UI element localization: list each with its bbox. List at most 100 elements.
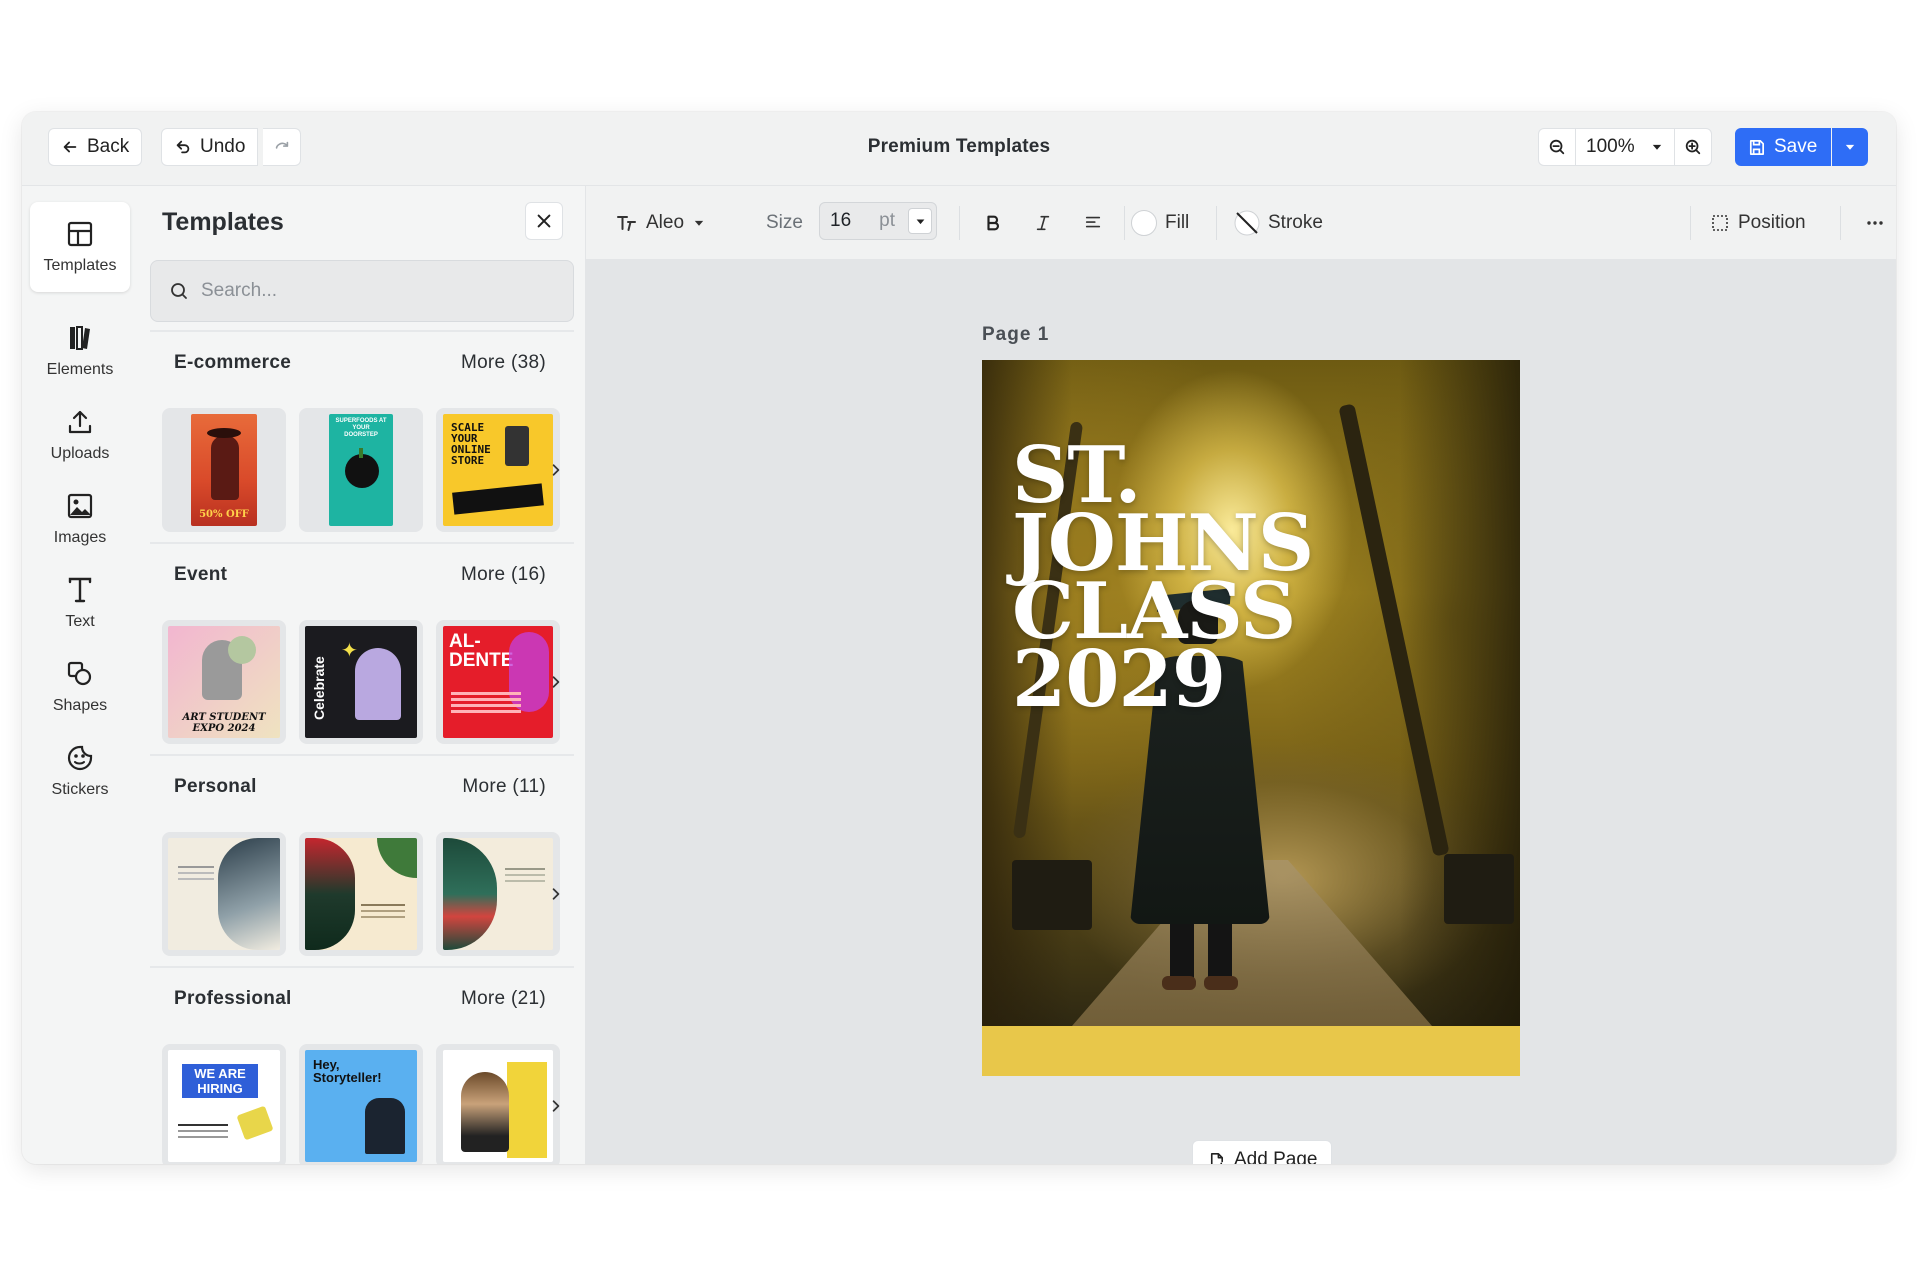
font-select[interactable]: Aleo bbox=[616, 204, 706, 242]
save-label: Save bbox=[1774, 136, 1818, 157]
canvas-area: Page 1 ST. JOHNS CLASS 2029 Add Page bbox=[586, 260, 1896, 1164]
section-header: Professional More (21) bbox=[150, 966, 574, 1026]
left-rail: Templates Elements Uploads Images Text S… bbox=[22, 186, 136, 1164]
template-thumbnail[interactable]: AL- DENTE bbox=[436, 620, 560, 744]
position-button[interactable]: Position bbox=[1710, 204, 1806, 242]
zoom-value: 100% bbox=[1586, 136, 1635, 157]
template-thumbnails bbox=[162, 832, 574, 956]
template-thumbnail[interactable]: SCALE YOUR ONLINE STORE bbox=[436, 408, 560, 532]
divider bbox=[1840, 206, 1841, 240]
search-input[interactable] bbox=[199, 279, 539, 303]
thumbnail-text: WE ARE HIRING bbox=[182, 1064, 258, 1098]
save-button[interactable]: Save bbox=[1735, 128, 1831, 166]
template-thumbnail[interactable]: WE ARE HIRING bbox=[162, 1044, 286, 1164]
design-page[interactable]: ST. JOHNS CLASS 2029 bbox=[982, 360, 1520, 1076]
top-bar: Back Undo Premium Templates 100% Save bbox=[22, 112, 1896, 186]
section-name: E-commerce bbox=[174, 352, 292, 373]
add-page-button[interactable]: Add Page bbox=[1192, 1140, 1333, 1164]
more-link[interactable]: More (16) bbox=[461, 564, 546, 586]
template-thumbnail[interactable] bbox=[162, 832, 286, 956]
rail-item-stickers[interactable]: Stickers bbox=[30, 726, 130, 816]
upload-icon bbox=[68, 410, 92, 434]
bold-icon bbox=[987, 215, 999, 231]
rail-item-uploads[interactable]: Uploads bbox=[30, 390, 130, 480]
section-name: Personal bbox=[174, 776, 257, 797]
rail-item-shapes[interactable]: Shapes bbox=[30, 642, 130, 732]
rail-item-templates[interactable]: Templates bbox=[30, 202, 130, 292]
template-thumbnails: ART STUDENT EXPO 2024 Celebrate ✦ AL- DE… bbox=[162, 620, 574, 744]
scroll-right-button[interactable] bbox=[544, 668, 568, 696]
section-ecommerce: E-commerce More (38) 50% OFF SUPERFOODS … bbox=[150, 330, 574, 542]
stroke-none-icon bbox=[1234, 210, 1260, 236]
thumbnail-text: SCALE YOUR ONLINE STORE bbox=[451, 421, 491, 467]
font-name: Aleo bbox=[646, 212, 685, 233]
italic-button[interactable] bbox=[1028, 204, 1058, 242]
search-box bbox=[150, 260, 574, 322]
zoom-out-button[interactable] bbox=[1538, 128, 1576, 166]
size-label: Size bbox=[766, 212, 803, 233]
rail-label: Templates bbox=[43, 257, 117, 274]
graduate-photo[interactable]: ST. JOHNS CLASS 2029 bbox=[982, 360, 1520, 1026]
panel-title: Templates bbox=[162, 208, 284, 236]
template-thumbnails: 50% OFF SUPERFOODS AT YOUR DOORSTEP SCAL… bbox=[162, 408, 574, 532]
page-label: Page 1 bbox=[982, 324, 1050, 345]
add-page-label: Add Page bbox=[1234, 1149, 1318, 1164]
more-link[interactable]: More (38) bbox=[461, 352, 546, 374]
section-header: Personal More (11) bbox=[150, 754, 574, 814]
more-link[interactable]: More (21) bbox=[461, 988, 546, 1010]
zoom-in-button[interactable] bbox=[1674, 128, 1712, 166]
caret-down-icon bbox=[1652, 144, 1662, 150]
fill-button[interactable]: Fill bbox=[1131, 204, 1189, 242]
templates-panel: Templates E-commerce More (38) 50% OFF bbox=[136, 186, 586, 1164]
stroke-button[interactable]: Stroke bbox=[1234, 204, 1323, 242]
fill-swatch-icon bbox=[1131, 210, 1157, 236]
more-horizontal-icon bbox=[1867, 221, 1883, 225]
template-thumbnail[interactable] bbox=[299, 832, 423, 956]
scroll-right-button[interactable] bbox=[544, 1092, 568, 1120]
chevron-right-icon bbox=[552, 888, 560, 900]
add-page-icon bbox=[1210, 1152, 1224, 1164]
stroke-label: Stroke bbox=[1268, 212, 1323, 233]
rail-label: Elements bbox=[46, 361, 114, 378]
template-thumbnail[interactable]: SUPERFOODS AT YOUR DOORSTEP bbox=[299, 408, 423, 532]
template-thumbnail[interactable] bbox=[436, 1044, 560, 1164]
align-button[interactable] bbox=[1078, 204, 1108, 242]
rail-label: Uploads bbox=[50, 445, 110, 462]
divider bbox=[959, 206, 960, 240]
scroll-right-button[interactable] bbox=[544, 456, 568, 484]
caret-down-icon bbox=[916, 219, 924, 224]
save-options-button[interactable] bbox=[1832, 128, 1868, 166]
template-thumbnail[interactable]: Celebrate ✦ bbox=[299, 620, 423, 744]
font-size-value: 16 bbox=[830, 210, 852, 231]
chevron-right-icon bbox=[552, 1100, 560, 1112]
template-thumbnail[interactable]: ART STUDENT EXPO 2024 bbox=[162, 620, 286, 744]
thumbnail-text: Celebrate bbox=[311, 656, 327, 720]
image-icon bbox=[67, 493, 93, 519]
rail-item-elements[interactable]: Elements bbox=[30, 306, 130, 396]
more-link[interactable]: More (11) bbox=[462, 776, 546, 798]
font-size-field[interactable]: 16 pt bbox=[819, 202, 937, 240]
templates-icon bbox=[67, 221, 93, 247]
template-thumbnail[interactable]: 50% OFF bbox=[162, 408, 286, 532]
zoom-out-icon bbox=[1549, 139, 1565, 155]
template-thumbnail[interactable]: Hey, Storyteller! bbox=[299, 1044, 423, 1164]
divider bbox=[1124, 206, 1125, 240]
font-size-dropdown[interactable] bbox=[908, 208, 932, 234]
rail-label: Images bbox=[53, 529, 107, 546]
rail-label: Stickers bbox=[51, 781, 109, 798]
caret-down-icon bbox=[1845, 144, 1855, 150]
zoom-level-select[interactable]: 100% bbox=[1575, 128, 1675, 166]
rail-item-text[interactable]: Text bbox=[30, 558, 130, 648]
rail-item-images[interactable]: Images bbox=[30, 474, 130, 564]
bold-button[interactable] bbox=[978, 204, 1008, 242]
thumbnail-text: Hey, Storyteller! bbox=[313, 1057, 382, 1085]
headline-text[interactable]: ST. JOHNS CLASS 2029 bbox=[1012, 437, 1314, 719]
position-icon bbox=[1712, 215, 1728, 231]
more-options-button[interactable] bbox=[1860, 204, 1890, 242]
thumbnail-text: ART STUDENT EXPO 2024 bbox=[182, 712, 266, 734]
template-thumbnail[interactable] bbox=[436, 832, 560, 956]
close-panel-button[interactable] bbox=[525, 202, 563, 240]
scroll-right-button[interactable] bbox=[544, 880, 568, 908]
divider bbox=[1690, 206, 1691, 240]
chevron-right-icon bbox=[552, 676, 560, 688]
